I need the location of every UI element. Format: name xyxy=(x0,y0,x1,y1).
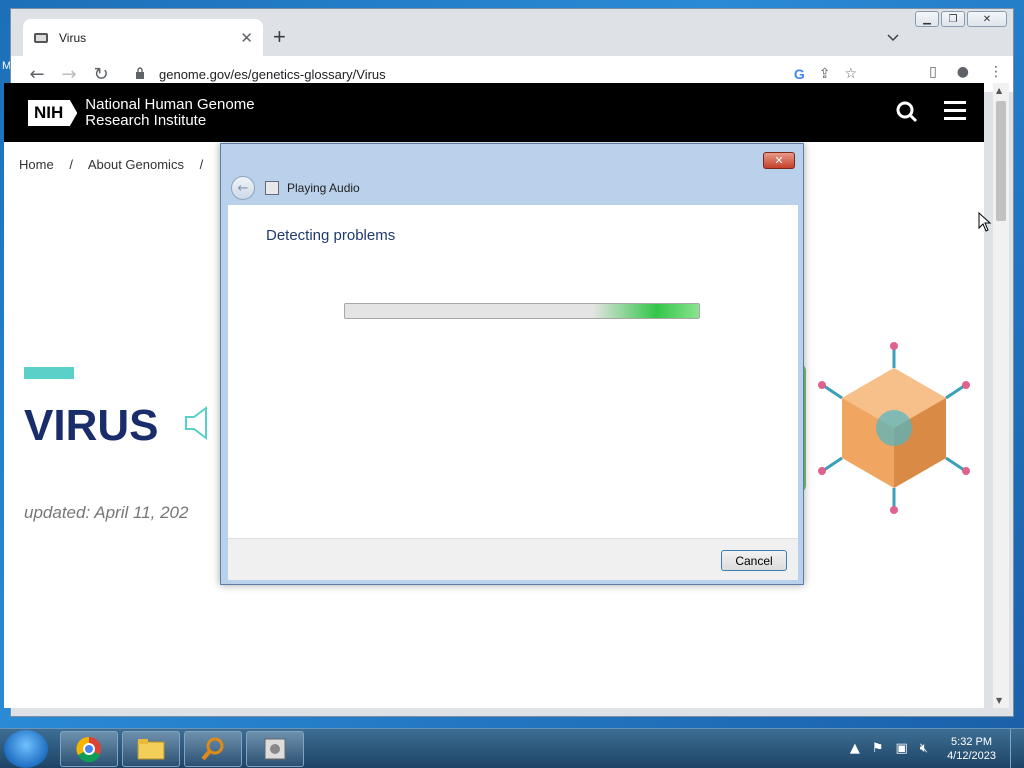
updated-date: updated: April 11, 202 xyxy=(24,503,189,522)
tray-expand-icon[interactable]: ▲ xyxy=(850,741,860,756)
clock-date: 4/12/2023 xyxy=(947,750,996,762)
search-icon[interactable] xyxy=(896,101,918,128)
new-tab-button[interactable]: + xyxy=(273,24,286,50)
troubleshooter-icon xyxy=(265,181,279,195)
scroll-up-icon[interactable]: ▲ xyxy=(996,86,1002,95)
dialog-footer: Cancel xyxy=(228,538,798,580)
dialog-close-button[interactable]: ✕ xyxy=(763,152,795,169)
breadcrumb-about-genomics[interactable]: About Genomics xyxy=(88,157,184,172)
magnifier-icon xyxy=(201,737,224,761)
org-name: National Human Genome Research Institute xyxy=(85,97,254,129)
dialog-body: Detecting problems xyxy=(228,205,798,538)
bookmark-star-icon[interactable]: ☆ xyxy=(844,66,857,82)
taskbar-troubleshooter[interactable] xyxy=(246,731,304,767)
progress-bar xyxy=(344,303,700,319)
breadcrumb-home[interactable]: Home xyxy=(19,157,54,172)
action-center-flag-icon[interactable]: ⚑ xyxy=(872,741,884,756)
breadcrumb-separator: / xyxy=(69,157,73,172)
share-icon[interactable]: ⇪ xyxy=(819,66,831,82)
scroll-thumb[interactable] xyxy=(996,101,1006,221)
back-arrow-icon[interactable]: ← xyxy=(231,176,255,200)
dialog-header: ← Playing Audio xyxy=(231,176,360,200)
chrome-icon xyxy=(76,736,101,762)
network-icon[interactable]: ▣ xyxy=(896,741,908,756)
status-text: Detecting problems xyxy=(266,227,396,244)
site-header: NIH National Human Genome Research Insti… xyxy=(4,83,984,142)
lock-icon xyxy=(135,66,151,82)
taskbar-search-app[interactable] xyxy=(184,731,242,767)
site-favicon-icon xyxy=(33,30,49,46)
accent-bar xyxy=(24,367,74,379)
taskbar-clock[interactable]: 5:32 PM 4/12/2023 xyxy=(947,735,996,763)
window-controls: ▁ ❐ ✕ xyxy=(913,11,1007,27)
folder-icon xyxy=(137,739,165,760)
scroll-down-icon[interactable]: ▼ xyxy=(996,696,1002,705)
google-translate-icon[interactable]: G xyxy=(794,66,805,82)
tab-title: Virus xyxy=(59,30,87,45)
troubleshooter-dialog: ✕ ← Playing Audio Detecting problems Can… xyxy=(220,143,804,585)
window-close-icon[interactable]: ✕ xyxy=(967,11,1007,27)
clock-time: 5:32 PM xyxy=(951,736,993,748)
tab-virus[interactable]: Virus ✕ xyxy=(23,19,263,56)
nih-logo-mark: NIH xyxy=(28,100,78,126)
restore-icon[interactable]: ❐ xyxy=(941,11,965,27)
url-text: genome.gov/es/genetics-glossary/Virus xyxy=(159,66,386,82)
volume-muted-icon[interactable]: 🔇︎ xyxy=(920,741,928,756)
back-arrow-icon[interactable]: ← xyxy=(21,64,53,85)
taskbar-chrome[interactable] xyxy=(60,731,118,767)
mouse-cursor-icon xyxy=(978,211,992,236)
show-desktop-button[interactable] xyxy=(1010,729,1024,768)
taskbar: ▲ ⚑ ▣ 🔇︎ 5:32 PM 4/12/2023 xyxy=(0,728,1024,768)
cancel-button[interactable]: Cancel xyxy=(721,550,787,571)
side-panel-icon[interactable]: ▯ xyxy=(929,64,937,80)
profile-avatar-icon[interactable]: ● xyxy=(957,64,969,80)
tab-search-chevron-icon[interactable] xyxy=(887,27,899,46)
breadcrumb: Home / About Genomics / xyxy=(19,157,215,172)
nih-logo[interactable]: NIH National Human Genome Research Insti… xyxy=(28,97,255,129)
page-title: VIRUS xyxy=(24,401,159,450)
forward-arrow-icon[interactable]: → xyxy=(53,64,85,85)
system-tray: ▲ ⚑ ▣ 🔇︎ xyxy=(850,741,928,756)
dialog-title: Playing Audio xyxy=(287,181,360,195)
chrome-menu-icon[interactable]: ⋮ xyxy=(989,64,1003,80)
browser-titlebar: Virus ✕ + ▁ ❐ ✕ xyxy=(11,9,1013,56)
virus-illustration xyxy=(784,333,984,537)
org-name-line2: Research Institute xyxy=(85,112,207,129)
reload-icon[interactable]: ↻ xyxy=(85,64,117,85)
speaker-icon[interactable] xyxy=(184,405,214,445)
org-name-line1: National Human Genome xyxy=(85,96,255,113)
minimize-icon[interactable]: ▁ xyxy=(915,11,939,27)
tab-close-icon[interactable]: ✕ xyxy=(240,29,253,47)
start-button[interactable] xyxy=(4,730,48,768)
hamburger-menu-icon[interactable] xyxy=(944,101,966,125)
taskbar-explorer[interactable] xyxy=(122,731,180,767)
breadcrumb-separator: / xyxy=(199,157,204,172)
progress-fill xyxy=(345,304,699,318)
page-scrollbar[interactable]: ▲ ▼ xyxy=(993,83,1009,708)
troubleshooter-taskbar-icon xyxy=(264,738,286,760)
